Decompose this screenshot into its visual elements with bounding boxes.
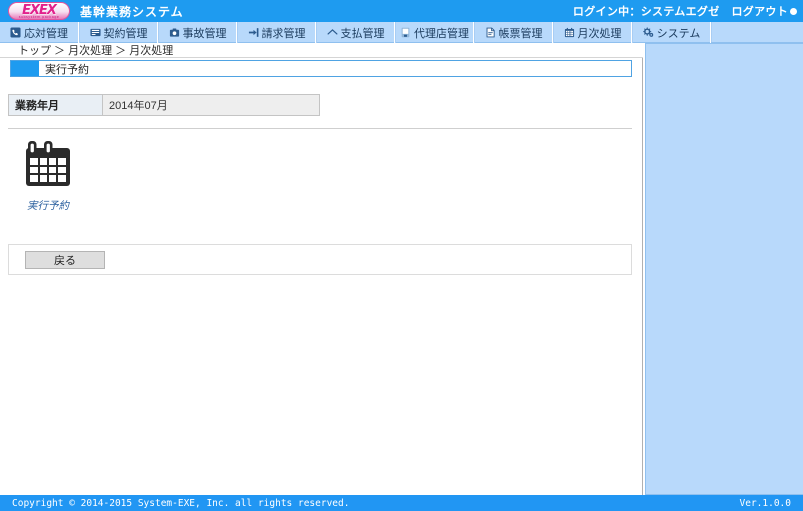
section-divider [8,128,632,129]
breadcrumb: トップ ＞ 月次処理 ＞ 月次処理 [0,43,643,58]
nav-item-report-management[interactable]: 帳票管理 [474,22,553,43]
nav-label: 支払管理 [341,25,385,41]
nav-item-system[interactable]: システム [632,22,711,43]
phone-icon [10,27,21,38]
login-status: ログイン中：システムエグゼ [573,3,720,19]
back-button[interactable]: 戻る [25,251,105,269]
nav-item-payment-management[interactable]: 支払管理 [316,22,395,43]
nav-item-agency-management[interactable]: 代理店管理 [395,22,474,43]
chevron-up-icon [327,27,338,38]
calendar-icon [25,140,71,188]
camera-icon [169,27,180,38]
nav-label: 応対管理 [24,25,68,41]
app-footer: Copyright © 2014-2015 System-EXE, Inc. a… [0,495,803,511]
nav-label: 帳票管理 [499,25,543,41]
report-icon [485,27,496,38]
nav-label: システム [657,25,701,41]
logout-dot-icon [790,8,797,15]
business-month-label: 業務年月 [9,95,103,115]
exex-logo: EXEX subsystem package [8,2,70,20]
book-icon [90,27,101,38]
nav-item-monthly-processing[interactable]: 月次処理 [553,22,632,43]
right-side-panel [645,43,803,495]
calendar-icon [564,27,575,38]
nav-item-accident-management[interactable]: 事故管理 [158,22,237,43]
page-title: 実行予約 [45,61,89,77]
nav-item-outreach-management[interactable]: 応対管理 [0,22,79,43]
nav-label: 事故管理 [183,25,227,41]
shortcut-execution-reservation[interactable]: 実行予約 [8,140,88,213]
logo-subtext: subsystem package [9,15,69,19]
nav-filler [711,22,803,42]
nav-label: 月次処理 [578,25,622,41]
page-title-accent-block [11,61,39,76]
shortcut-label[interactable]: 実行予約 [27,198,69,213]
system-title: 基幹業務システム [80,3,184,20]
arrow-into-door-icon [248,27,259,38]
logout-button[interactable]: ログアウト [732,3,798,19]
header-user-area: ログイン中：システムエグゼ ログアウト [573,0,797,22]
business-month-field-row: 業務年月 2014年07月 [8,94,320,116]
nav-label: 契約管理 [104,25,148,41]
nav-item-contract-management[interactable]: 契約管理 [79,22,158,43]
nav-label: 代理店管理 [414,25,469,41]
action-button-panel: 戻る [8,244,632,275]
logout-label: ログアウト [732,3,789,19]
page-title-bar: 実行予約 [10,60,632,77]
nav-item-billing-management[interactable]: 請求管理 [237,22,316,43]
main-content: 実行予約 業務年月 2014年07月 実行予約 [0,58,643,495]
shortcut-grid: 実行予約 [8,140,88,213]
building-icon [400,27,411,38]
gear-icon [643,27,654,38]
nav-label: 請求管理 [262,25,306,41]
version-text: Ver.1.0.0 [740,498,791,509]
copyright-text: Copyright © 2014-2015 System-EXE, Inc. a… [12,498,349,509]
global-nav: 応対管理 契約管理 事故管理 請求管理 支払管理 [0,22,803,43]
app-header: EXEX subsystem package 基幹業務システム ログイン中：シス… [0,0,803,22]
business-month-value: 2014年07月 [103,95,319,115]
